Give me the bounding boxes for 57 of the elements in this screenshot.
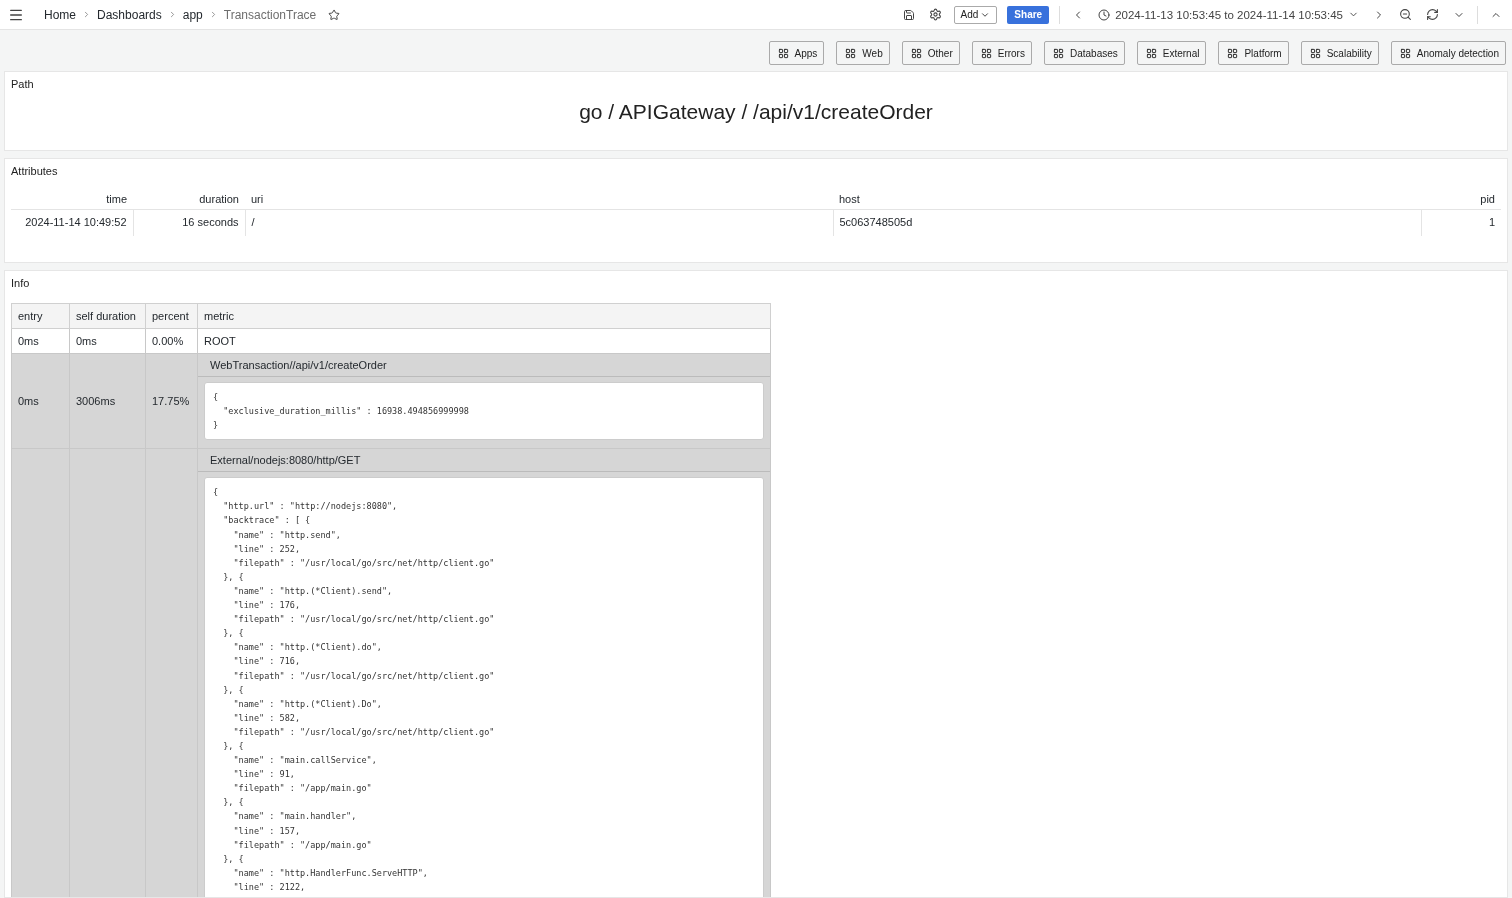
table-cell: 17.75% (145, 353, 198, 449)
column-header: self duration (69, 303, 146, 329)
grid-icon (980, 47, 992, 59)
dashboard-link-button[interactable]: Scalability (1300, 41, 1379, 65)
dashboard-link-button[interactable]: Anomaly detection (1390, 41, 1506, 65)
json-code-block: { "exclusive_duration_millis" : 16938.494856999998 } (204, 382, 764, 441)
grid-icon (910, 47, 922, 59)
chevron-right-icon (82, 10, 91, 19)
grid-icon (1227, 47, 1239, 59)
dashboard-link-button[interactable]: Errors (971, 41, 1032, 65)
column-header: entry (11, 303, 70, 329)
table-cell: 2024-11-14 10:49:52 (11, 209, 133, 236)
panel-title: Info (11, 277, 31, 289)
breadcrumb-link[interactable]: TransactionTrace (223, 7, 317, 22)
breadcrumb-link[interactable]: Home (44, 7, 76, 22)
grid-icon (1145, 47, 1157, 59)
add-button[interactable]: Add (953, 5, 998, 24)
breadcrumb-link[interactable]: app (182, 7, 203, 22)
table-cell: ROOT (197, 328, 771, 354)
refresh-icon[interactable] (1424, 6, 1441, 23)
zoom-out-icon[interactable] (1397, 6, 1414, 23)
dashboard-link-button[interactable]: Other (901, 41, 960, 65)
table-cell: / (245, 209, 833, 236)
table-cell: 16 seconds (133, 209, 245, 236)
breadcrumb-link[interactable]: Dashboards (97, 7, 162, 22)
table-cell: 1 (1421, 209, 1501, 236)
table-cell: 3006ms (69, 353, 146, 449)
clock-icon (1098, 8, 1111, 21)
panel-title: Path (11, 78, 35, 90)
metric-name: WebTransaction//api/v1/createOrder (198, 354, 770, 377)
dashboard-link-button[interactable]: Databases (1043, 41, 1125, 65)
column-header: host (833, 189, 1421, 210)
table-cell: 0ms (11, 328, 70, 354)
table-cell: 0ms (11, 353, 70, 449)
column-header: percent (145, 303, 198, 329)
time-range-picker[interactable]: 2024-11-13 10:53:45 to 2024-11-14 10:53:45 (1096, 8, 1361, 21)
column-header: time (11, 189, 133, 210)
path-text: go / APIGateway / /api/v1/createOrder (578, 99, 934, 125)
json-code-block: { "http.url" : "http://nodejs:8080", "backtrace" : [ { "name" : "http.send", "line" : 252, "filepath" : "/usr/local/go/src/net/http/client.go" }, { "name" : "http.(*Client).send", "line" : 176, "filepath" : "/usr/local/go/src/net/http/client.go" }, { "name" : "http.(*Client).do", "line" : 716, "filepath" : "/usr/local/go/src/net/http/client.go" }, { "name" : "http.(*Client).Do", "line" : 582, "filepath" : "/usr/local/go/src/net/http/client.go" }, { "name" : "main.callService", "line" : 91, "filepath" : "/app/main.go" }, { "name" : "main.handler", "line" : 157, "filepath" : "/app/main.go" }, { "name" : "http.HandlerFunc.ServeHTTP", "line" : 2122, (204, 477, 764, 897)
grid-icon (1309, 47, 1321, 59)
column-header: duration (133, 189, 245, 210)
grid-icon (1399, 47, 1411, 59)
column-header: uri (245, 189, 833, 210)
dashboard-link-button[interactable]: Platform (1218, 41, 1289, 65)
grid-icon (845, 47, 857, 59)
table-cell: 5c063748505d (833, 209, 1421, 236)
grid-icon (1052, 47, 1064, 59)
star-icon[interactable] (326, 6, 343, 23)
panel-title: Attributes (11, 165, 59, 177)
share-button[interactable]: Share (1007, 5, 1050, 24)
dashboard-link-button[interactable]: External (1136, 41, 1207, 65)
grid-icon (777, 47, 789, 59)
dashboard-link-button[interactable]: Web (836, 41, 890, 65)
dashboard-link-button[interactable]: Apps (768, 41, 825, 65)
column-header: metric (197, 303, 771, 329)
metric-name: External/nodejs:8080/http/GET (198, 449, 770, 473)
column-header: pid (1421, 189, 1501, 210)
